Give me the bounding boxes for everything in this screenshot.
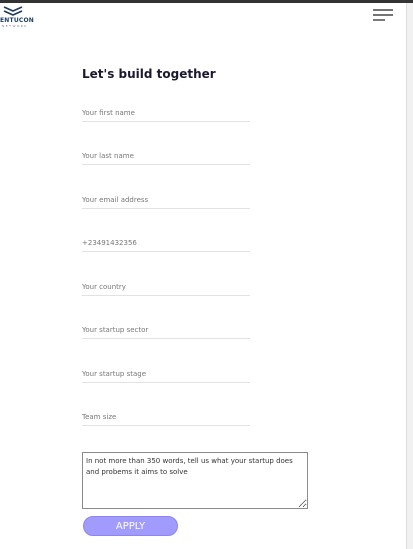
page-title: Let's build together — [82, 67, 216, 81]
apply-button[interactable]: APPLY — [83, 516, 178, 536]
logo-chevron-icon — [3, 6, 23, 16]
startup-sector-input[interactable] — [82, 323, 250, 339]
logo[interactable]: ENTUCON NETWORK — [0, 6, 40, 28]
startup-stage-input[interactable] — [82, 367, 250, 383]
team-size-input[interactable] — [82, 410, 250, 426]
email-input[interactable] — [82, 193, 250, 209]
menu-button[interactable] — [371, 8, 395, 24]
logo-text: ENTUCON — [0, 17, 35, 24]
first-name-input[interactable] — [82, 106, 250, 122]
window-top-border — [0, 0, 413, 3]
phone-input[interactable] — [82, 236, 250, 252]
scrollbar-track[interactable] — [406, 3, 413, 549]
startup-description-textarea[interactable] — [82, 452, 308, 509]
hamburger-menu-icon — [373, 9, 393, 21]
last-name-input[interactable] — [82, 149, 250, 165]
country-input[interactable] — [82, 280, 250, 296]
logo-subtext: NETWORK — [2, 24, 28, 28]
